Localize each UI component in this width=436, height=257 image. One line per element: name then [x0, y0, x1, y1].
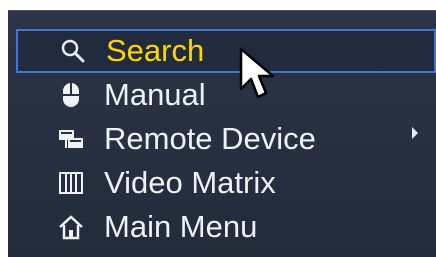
remote-device-icon	[54, 122, 88, 156]
home-icon	[54, 210, 88, 244]
menu-item-search[interactable]: Search	[16, 29, 436, 73]
menu-item-label: Main Menu	[104, 209, 258, 244]
mouse-pointer-icon	[239, 47, 275, 99]
menu-item-label: Search	[106, 33, 205, 68]
video-matrix-icon	[54, 166, 88, 200]
submenu-arrow-icon	[412, 127, 418, 139]
menu-item-manual[interactable]: Manual	[16, 73, 436, 117]
menu-item-label: Manual	[104, 77, 206, 112]
mouse-icon	[54, 78, 88, 112]
menu-item-video-matrix[interactable]: Video Matrix	[16, 161, 436, 205]
menu-item-label: Remote Device	[104, 121, 316, 156]
search-icon	[56, 34, 90, 68]
context-menu: Search Manual Remote Device Video Matrix…	[8, 10, 436, 257]
menu-item-main-menu[interactable]: Main Menu	[16, 205, 436, 249]
menu-item-remote-device[interactable]: Remote Device	[16, 117, 436, 161]
menu-item-label: Video Matrix	[104, 165, 276, 200]
